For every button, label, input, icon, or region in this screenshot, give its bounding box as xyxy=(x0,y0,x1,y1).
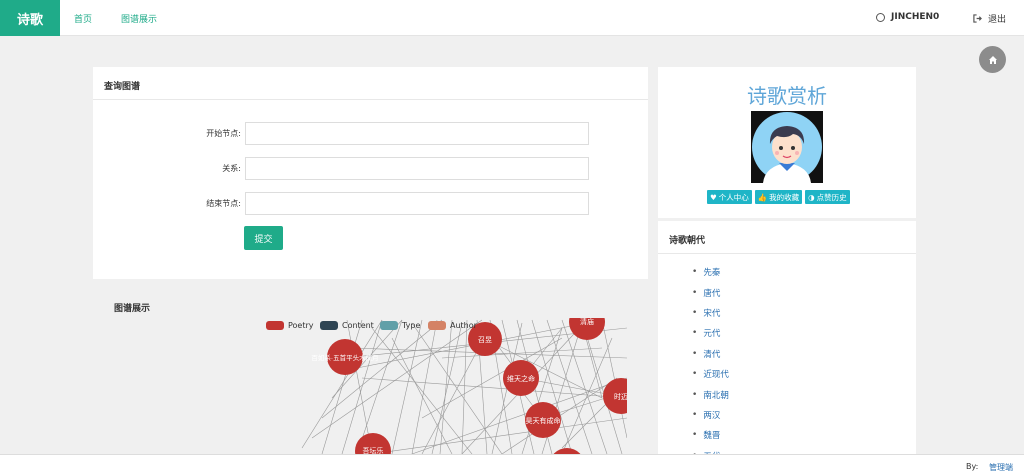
footer: By: 管理端 xyxy=(0,454,1024,476)
graph-section-title: 图谱展示 xyxy=(114,304,151,314)
legend-item-content[interactable]: Content xyxy=(320,321,374,330)
graph-node-label: 昊天有成命 xyxy=(526,416,561,425)
favorites-label: 我的收藏 xyxy=(769,192,800,202)
home-float-button[interactable] xyxy=(979,46,1006,73)
dynasty-link[interactable]: 南北朝 xyxy=(692,384,729,404)
dynasty-link[interactable]: 近现代 xyxy=(692,364,729,384)
legend-item-type[interactable]: Type xyxy=(380,321,420,330)
end-node-label: 结束节点: xyxy=(206,199,241,208)
dynasty-link[interactable]: 宋代 xyxy=(692,303,729,323)
graph-canvas: 召昱 清庙 维天之命 时迈 昊天有成命 百如杀·五首平头木成月 吾坛乐 xyxy=(301,318,627,454)
dynasty-list: 先秦 唐代 宋代 元代 清代 近现代 南北朝 两汉 魏晋 五代 xyxy=(692,262,729,466)
likes-history-button[interactable]: ◑ 点赞历史 xyxy=(805,190,850,204)
dynasty-link[interactable]: 清代 xyxy=(692,344,729,364)
dynasty-link[interactable]: 先秦 xyxy=(692,262,729,282)
username: JINCHEN0 xyxy=(891,12,940,22)
knowledge-graph[interactable]: 召昱 清庙 维天之命 时迈 昊天有成命 百如杀·五首平头木成月 吾坛乐 xyxy=(262,318,627,454)
legend-swatch xyxy=(380,321,398,330)
legend-swatch xyxy=(266,321,284,330)
end-node-input[interactable] xyxy=(245,192,589,215)
legend-label: Author xyxy=(450,321,477,330)
heart-icon: ♥ xyxy=(710,192,717,202)
user-icon xyxy=(876,12,885,22)
dynasty-link[interactable]: 魏晋 xyxy=(692,425,729,445)
legend-swatch xyxy=(320,321,338,330)
legend-label: Poetry xyxy=(288,321,314,330)
relation-input[interactable] xyxy=(245,157,589,180)
favorites-button[interactable]: 👍 我的收藏 xyxy=(754,190,803,204)
graph-node-label: 清庙 xyxy=(580,318,594,326)
query-panel: 查询图谱 开始节点: 关系: 结束节点: 提交 xyxy=(93,67,648,279)
home-icon xyxy=(988,55,997,64)
thumbs-up-icon: 👍 xyxy=(757,192,768,202)
legend-item-author[interactable]: Author xyxy=(428,321,477,330)
graph-node-label: 吾坛乐 xyxy=(363,446,384,454)
likes-history-label: 点赞历史 xyxy=(816,192,847,202)
avatar xyxy=(751,111,823,183)
query-panel-title: 查询图谱 xyxy=(93,67,648,100)
submit-button[interactable]: 提交 xyxy=(244,226,283,250)
graph-node-label: 百如杀·五首平头木成月 xyxy=(311,353,378,362)
legend-label: Type xyxy=(402,321,421,330)
graph-node-label: 维天之命 xyxy=(507,374,535,383)
dynasty-panel-title: 诗歌朝代 xyxy=(658,221,916,254)
user-menu[interactable]: JINCHEN0 xyxy=(876,12,939,22)
nav-graph-link[interactable]: 图谱展示 xyxy=(121,12,157,25)
relation-label: 关系: xyxy=(222,164,241,173)
admin-link[interactable]: 管理端 xyxy=(989,462,1013,473)
profile-center-button[interactable]: ♥ 个人中心 xyxy=(707,190,752,204)
logout-icon xyxy=(973,14,982,23)
brand-logo[interactable]: 诗歌 xyxy=(0,0,60,36)
graph-node-label: 召昱 xyxy=(478,336,492,344)
profile-center-label: 个人中心 xyxy=(718,192,749,202)
start-node-label: 开始节点: xyxy=(206,129,241,138)
dynasty-link[interactable]: 两汉 xyxy=(692,405,729,425)
legend-item-poetry[interactable]: Poetry xyxy=(266,321,314,330)
legend-label: Content xyxy=(342,321,374,330)
nav-home-link[interactable]: 首页 xyxy=(74,12,92,25)
avatar-image xyxy=(752,112,822,183)
footer-by-label: By: xyxy=(966,462,979,471)
site-title: 诗歌赏析 xyxy=(747,84,827,108)
profile-button-row: ♥ 个人中心 👍 我的收藏 ◑ 点赞历史 xyxy=(707,190,850,204)
dynasty-link[interactable]: 元代 xyxy=(692,323,729,343)
legend-swatch xyxy=(428,321,446,330)
start-node-input[interactable] xyxy=(245,122,589,145)
contrast-icon: ◑ xyxy=(808,192,815,202)
top-navbar: 诗歌 首页 图谱展示 JINCHEN0 退出 xyxy=(0,0,1024,36)
logout-label: 退出 xyxy=(988,15,1007,25)
dynasty-link[interactable]: 唐代 xyxy=(692,282,729,302)
graph-node-label: 时迈 xyxy=(614,392,627,401)
logout-link[interactable]: 退出 xyxy=(973,12,1006,25)
